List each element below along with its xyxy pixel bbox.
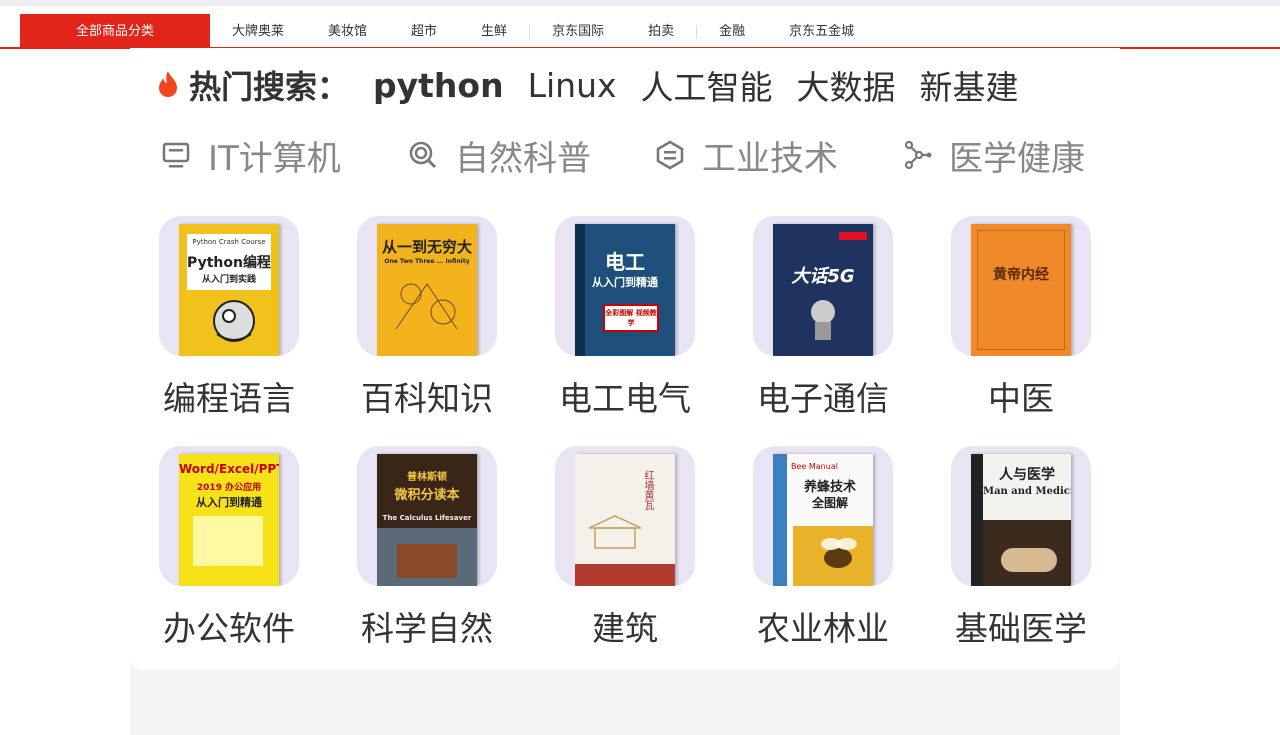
tile-caption: 建筑 (592, 609, 658, 648)
tile-caption: 农业林业 (757, 609, 889, 648)
book-cover-thumb: Bee Manual 养蜂技术 全图解 (753, 446, 893, 586)
category-row: IT计算机 自然科普 工业技术 医学健康 (160, 130, 1148, 180)
tile-electrical[interactable]: 电工 从入门到精通 全彩图解 视频教学 电工电气 (555, 216, 695, 418)
category-industrial-tech[interactable]: 工业技术 (654, 131, 901, 180)
tile-architecture[interactable]: 红墙黄瓦 建筑 (555, 446, 695, 648)
hot-term-new-infrastructure[interactable]: 新基建 (920, 61, 1019, 109)
nav-item-outlet[interactable]: 大牌奥莱 (210, 14, 306, 49)
hexagon-icon (656, 140, 684, 170)
category-medical-health[interactable]: 医学健康 (901, 131, 1148, 180)
book-cover: 电工 从入门到精通 全彩图解 视频教学 (575, 224, 675, 356)
book-cover-thumb: Python Crash Course Python编程 从入门到实践 (159, 216, 299, 356)
top-strip (0, 0, 1280, 6)
book-cover-thumb: Word/Excel/PPT 2019 办公应用 从入门到精通 (159, 446, 299, 586)
book-cover-thumb: 大话5G (753, 216, 893, 356)
book-cover-thumb: 黄帝内经 (951, 216, 1091, 356)
tile-caption: 基础医学 (955, 609, 1087, 648)
nav-item-international[interactable]: 京东国际 (530, 14, 626, 49)
book-top-text: Python Crash Course (192, 238, 266, 246)
tile-telecom[interactable]: 大话5G 电子通信 (753, 216, 893, 418)
hot-search-bar: 热门搜索： python Linux 人工智能 大数据 新基建 (155, 60, 1043, 110)
flame-icon (159, 71, 177, 97)
hot-term-linux[interactable]: Linux (528, 66, 617, 105)
book-cover-thumb: 普林斯顿 微积分读本 The Calculus Lifesaver (357, 446, 497, 586)
category-label: 自然科普 (455, 138, 591, 179)
book-subtitle: One Two Three ... Infinity (384, 258, 470, 265)
book-cover: Word/Excel/PPT 2019 办公应用 从入门到精通 (179, 454, 279, 586)
tile-caption: 百科知识 (361, 379, 493, 418)
monitor-icon (162, 142, 190, 168)
nav-item-hardware[interactable]: 京东五金城 (767, 14, 876, 49)
nav-item-supermarket[interactable]: 超市 (389, 14, 459, 49)
tile-caption: 办公软件 (163, 609, 295, 648)
tile-caption: 电工电气 (559, 379, 691, 418)
nav-item-fresh[interactable]: 生鲜 (459, 14, 529, 49)
book-title: 微积分读本 (394, 488, 460, 503)
book-cover: 人与医学 Man and Medicine (971, 454, 1071, 586)
book-cover: 黄帝内经 (971, 224, 1071, 356)
category-label: 工业技术 (702, 138, 838, 179)
book-subtitle: 从入门到实践 (201, 275, 256, 285)
book-subtitle: Man and Medicine (983, 486, 1071, 497)
category-label: 医学健康 (949, 138, 1085, 179)
book-subtitle: 从入门到精通 (592, 276, 658, 289)
book-cover-thumb: 红墙黄瓦 (555, 446, 695, 586)
book-subtitle: The Calculus Lifesaver (382, 514, 472, 522)
book-subtitle: 全图解 (811, 496, 848, 510)
hot-search-label: 热门搜索： (189, 68, 350, 106)
tile-programming[interactable]: Python Crash Course Python编程 从入门到实践 编程语言 (159, 216, 299, 418)
hot-term-python[interactable]: python (373, 66, 504, 105)
nav-item-finance[interactable]: 金融 (697, 14, 767, 49)
book-title: 红墙黄瓦 (642, 470, 653, 510)
tile-encyclopedia[interactable]: 从一到无穷大 One Two Three ... Infinity 百科知识 (357, 216, 497, 418)
tile-basic-medicine[interactable]: 人与医学 Man and Medicine 基础医学 (951, 446, 1091, 648)
book-title: Python编程 (187, 255, 271, 271)
hot-term-ai[interactable]: 人工智能 (641, 61, 773, 109)
book-top-text: Bee Manual (791, 462, 838, 471)
tile-caption: 科学自然 (361, 609, 493, 648)
book-title: 电工 (605, 250, 645, 274)
nav-item-auction[interactable]: 拍卖 (626, 14, 696, 49)
tile-science-nature[interactable]: 普林斯顿 微积分读本 The Calculus Lifesaver 科学自然 (357, 446, 497, 648)
book-cover-thumb: 电工 从入门到精通 全彩图解 视频教学 (555, 216, 695, 356)
book-title: Word/Excel/PPT (179, 462, 279, 476)
book-subtitle: 从入门到精通 (196, 496, 262, 509)
nav-item-beauty[interactable]: 美妆馆 (306, 14, 389, 49)
category-label: IT计算机 (208, 138, 341, 179)
tile-caption: 编程语言 (163, 379, 295, 418)
tile-agriculture-forestry[interactable]: Bee Manual 养蜂技术 全图解 农业林业 (753, 446, 893, 648)
book-cover: 从一到无穷大 One Two Three ... Infinity (377, 224, 477, 356)
book-cover: 普林斯顿 微积分读本 The Calculus Lifesaver (377, 454, 477, 586)
category-it-computer[interactable]: IT计算机 (160, 131, 407, 180)
top-nav: 全部商品分类 大牌奥莱 美妆馆 超市 生鲜 京东国际 拍卖 金融 京东五金城 (0, 14, 1280, 49)
magnifier-icon (409, 141, 437, 169)
tile-tcm[interactable]: 黄帝内经 中医 (951, 216, 1091, 418)
book-cover: Python Crash Course Python编程 从入门到实践 (179, 224, 279, 356)
tile-caption: 电子通信 (757, 379, 889, 418)
book-cover-thumb: 人与医学 Man and Medicine (951, 446, 1091, 586)
book-top-text: 普林斯顿 (407, 472, 447, 483)
book-top-text: 全彩图解 视频教学 (605, 309, 657, 327)
tile-office-software[interactable]: Word/Excel/PPT 2019 办公应用 从入门到精通 办公软件 (159, 446, 299, 648)
book-cover: 红墙黄瓦 (575, 454, 675, 586)
book-cover: 大话5G (773, 224, 873, 356)
book-cover-thumb: 从一到无穷大 One Two Three ... Infinity (357, 216, 497, 356)
book-title: 黄帝内经 (993, 267, 1049, 283)
book-cover: Bee Manual 养蜂技术 全图解 (773, 454, 873, 586)
nav-items: 大牌奥莱 美妆馆 超市 生鲜 京东国际 拍卖 金融 京东五金城 (210, 14, 876, 49)
book-top-text: 2019 办公应用 (196, 483, 262, 493)
book-title: 从一到无穷大 (381, 238, 472, 256)
all-categories-button[interactable]: 全部商品分类 (20, 14, 210, 49)
book-title: 大话5G (791, 266, 855, 287)
book-title: 人与医学 (999, 467, 1055, 483)
tile-caption: 中医 (988, 379, 1054, 418)
book-title: 养蜂技术 (803, 480, 856, 495)
hot-term-big-data[interactable]: 大数据 (797, 61, 896, 109)
molecule-icon (904, 140, 932, 170)
category-nature-science[interactable]: 自然科普 (407, 131, 654, 180)
